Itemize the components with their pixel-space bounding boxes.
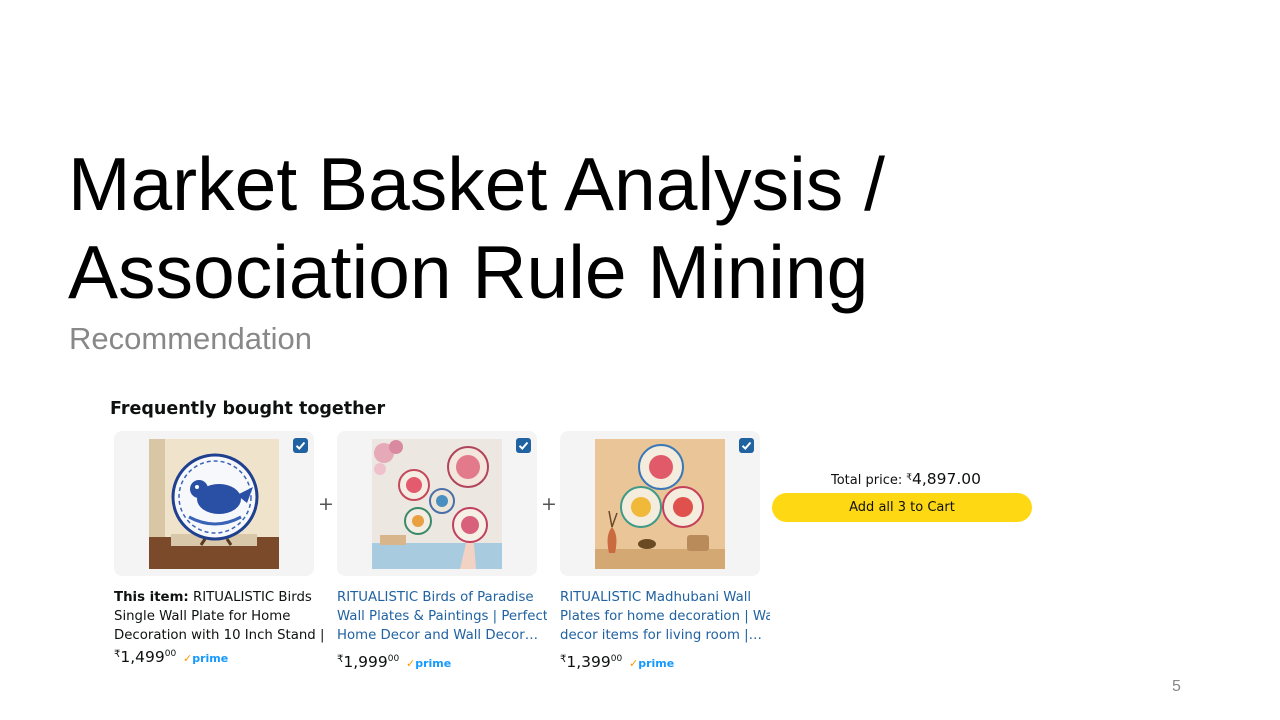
product-title-2-line-3: Home Decor and Wall Decor…: [337, 628, 538, 643]
checkmark-icon: [295, 441, 306, 450]
product-title-3-line-1: RITUALISTIC Madhubani Wall: [560, 590, 752, 605]
slide-title-line-1: Market Basket Analysis /: [68, 142, 885, 226]
plus-separator-1: +: [318, 493, 334, 515]
product-card-2[interactable]: [337, 431, 537, 576]
checkmark-icon: [741, 441, 752, 450]
product-title-2-line-2: Wall Plates & Paintings | Perfect: [337, 609, 547, 624]
add-all-to-cart-button[interactable]: Add all 3 to Cart: [772, 493, 1032, 522]
slide-title-line-2: Association Rule Mining: [68, 230, 869, 314]
prime-check-icon: ✓: [183, 652, 193, 665]
product-title-3-line-3: decor items for living room |…: [560, 628, 762, 643]
product-title-3[interactable]: RITUALISTIC Madhubani Wall Plates for ho…: [560, 588, 770, 645]
this-item-badge: This item:: [114, 590, 189, 605]
prime-label: prime: [415, 657, 452, 670]
product-image-1[interactable]: [149, 439, 279, 569]
product-title-3-line-2: Plates for home decoration | Wall: [560, 609, 770, 624]
product-card-1[interactable]: [114, 431, 314, 576]
slide-subtitle: Recommendation: [69, 321, 312, 356]
product-price-3: ₹1,39900: [560, 653, 622, 671]
price-whole: 1,999: [343, 653, 388, 671]
product-image-3[interactable]: [595, 439, 725, 569]
prime-badge-1: ✓prime: [183, 652, 228, 665]
product-price-2: ₹1,99900: [337, 653, 399, 671]
price-fraction: 00: [164, 649, 177, 659]
frequently-bought-together-heading: Frequently bought together: [110, 399, 386, 419]
product-checkbox-3[interactable]: [739, 438, 754, 453]
prime-badge-3: ✓prime: [629, 657, 674, 670]
prime-check-icon: ✓: [629, 657, 639, 670]
product-title-2-line-1: RITUALISTIC Birds of Paradise: [337, 590, 534, 605]
prime-badge-2: ✓prime: [406, 657, 451, 670]
prime-label: prime: [192, 652, 229, 665]
checkmark-icon: [518, 441, 529, 450]
prime-check-icon: ✓: [406, 657, 416, 670]
slide-title: Market Basket Analysis / Association Rul…: [68, 140, 1168, 316]
total-price: Total price: ₹4,897.00: [831, 470, 981, 488]
product-title-1-line-1: RITUALISTIC Birds: [192, 590, 312, 605]
plus-separator-2: +: [541, 493, 557, 515]
product-title-1-line-3: Decoration with 10 Inch Stand |…: [114, 628, 324, 643]
total-price-amount: 4,897.00: [911, 470, 981, 488]
price-fraction: 00: [387, 654, 400, 664]
price-whole: 1,499: [120, 648, 165, 666]
product-title-1[interactable]: This item: RITUALISTIC Birds Single Wall…: [114, 588, 324, 645]
product-title-1-line-2: Single Wall Plate for Home: [114, 609, 291, 624]
price-fraction: 00: [610, 654, 623, 664]
prime-label: prime: [638, 657, 675, 670]
product-image-2[interactable]: [372, 439, 502, 569]
product-title-2[interactable]: RITUALISTIC Birds of Paradise Wall Plate…: [337, 588, 547, 645]
product-price-1: ₹1,49900: [114, 648, 176, 666]
price-whole: 1,399: [566, 653, 611, 671]
page-number: 5: [1172, 678, 1181, 695]
total-price-label: Total price:: [831, 473, 903, 488]
product-checkbox-2[interactable]: [516, 438, 531, 453]
product-checkbox-1[interactable]: [293, 438, 308, 453]
product-card-3[interactable]: [560, 431, 760, 576]
